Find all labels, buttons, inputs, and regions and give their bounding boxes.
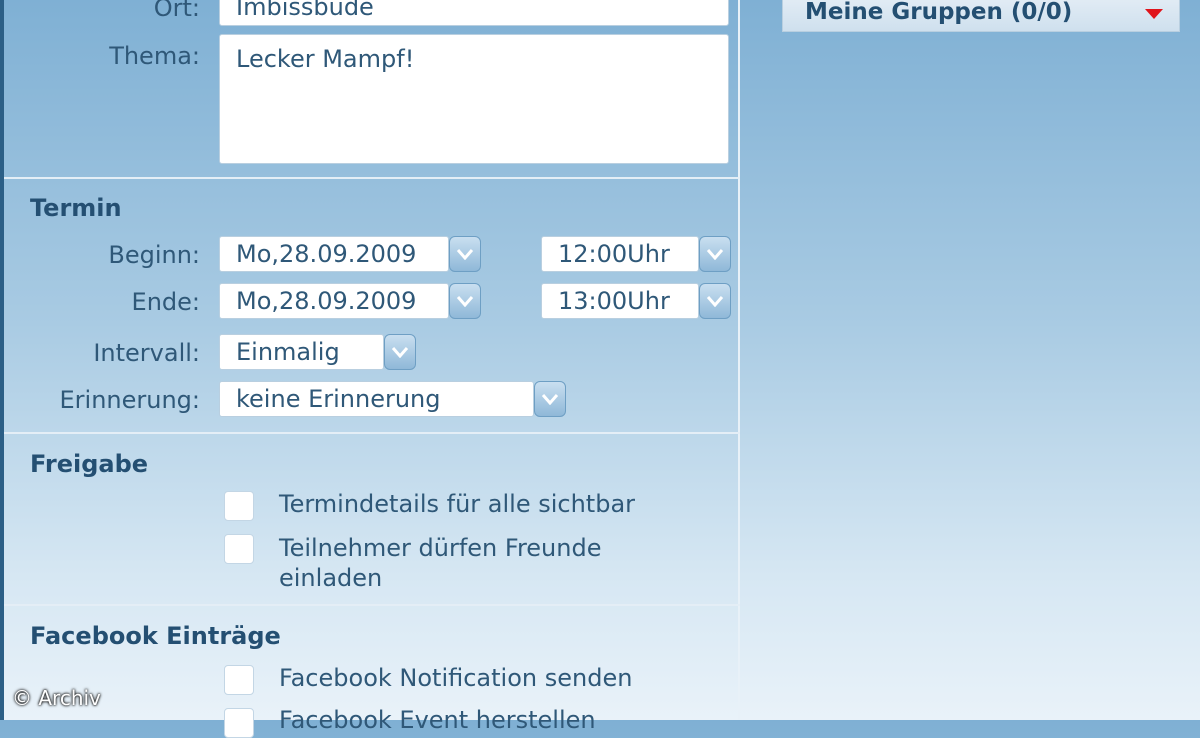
meine-gruppen-header[interactable]: Meine Gruppen (0/0) [782, 0, 1180, 32]
meine-gruppen-label: Meine Gruppen (0/0) [805, 0, 1073, 25]
freunde-einladen-checkbox[interactable] [224, 534, 254, 564]
ende-time-dropdown-button[interactable] [699, 283, 731, 319]
copyright-watermark: © Archiv [12, 686, 101, 710]
ende-date-dropdown-button[interactable] [449, 283, 481, 319]
termindetails-sichtbar-checkbox[interactable] [224, 491, 254, 521]
freigabe-section-title: Freigabe [30, 450, 149, 478]
ende-date-field[interactable]: Mo,28.09.2009 [219, 283, 449, 319]
ort-input[interactable]: Imbissbude [219, 0, 729, 26]
facebook-notification-label: Facebook Notification senden [279, 664, 633, 692]
beginn-time-field[interactable]: 12:00Uhr [541, 236, 699, 272]
chevron-down-icon [706, 249, 724, 260]
triangle-down-icon [1145, 9, 1163, 19]
beginn-label: Beginn: [108, 241, 200, 269]
facebook-notification-checkbox[interactable] [224, 665, 254, 695]
ort-label: Ort: [153, 0, 200, 22]
thema-textarea[interactable]: Lecker Mampf! [219, 34, 729, 164]
intervall-select[interactable]: Einmalig [219, 334, 384, 370]
freunde-einladen-label: Teilnehmer dürfen Freunde einladen [279, 534, 602, 592]
intervall-dropdown-button[interactable] [384, 334, 416, 370]
section-divider [4, 432, 740, 434]
beginn-date-dropdown-button[interactable] [449, 236, 481, 272]
chevron-down-icon [541, 394, 559, 405]
chevron-down-icon [456, 296, 474, 307]
event-form-panel: Ort: Imbissbude Thema: Lecker Mampf! Ter… [0, 0, 740, 738]
facebook-event-label: Facebook Event herstellen [279, 706, 596, 734]
facebook-event-checkbox[interactable] [224, 708, 254, 738]
termin-section-title: Termin [30, 194, 122, 222]
chevron-down-icon [706, 296, 724, 307]
ende-time-field[interactable]: 13:00Uhr [541, 283, 699, 319]
intervall-label: Intervall: [93, 339, 200, 367]
thema-label: Thema: [109, 42, 200, 70]
section-divider [4, 177, 740, 179]
chevron-down-icon [456, 249, 474, 260]
beginn-time-dropdown-button[interactable] [699, 236, 731, 272]
beginn-date-field[interactable]: Mo,28.09.2009 [219, 236, 449, 272]
section-divider [4, 604, 740, 606]
erinnerung-dropdown-button[interactable] [534, 381, 566, 417]
termindetails-sichtbar-label: Termindetails für alle sichtbar [279, 490, 636, 518]
facebook-section-title: Facebook Einträge [30, 622, 281, 650]
chevron-down-icon [391, 347, 409, 358]
erinnerung-select[interactable]: keine Erinnerung [219, 381, 534, 417]
erinnerung-label: Erinnerung: [59, 386, 201, 414]
ende-label: Ende: [131, 288, 200, 316]
